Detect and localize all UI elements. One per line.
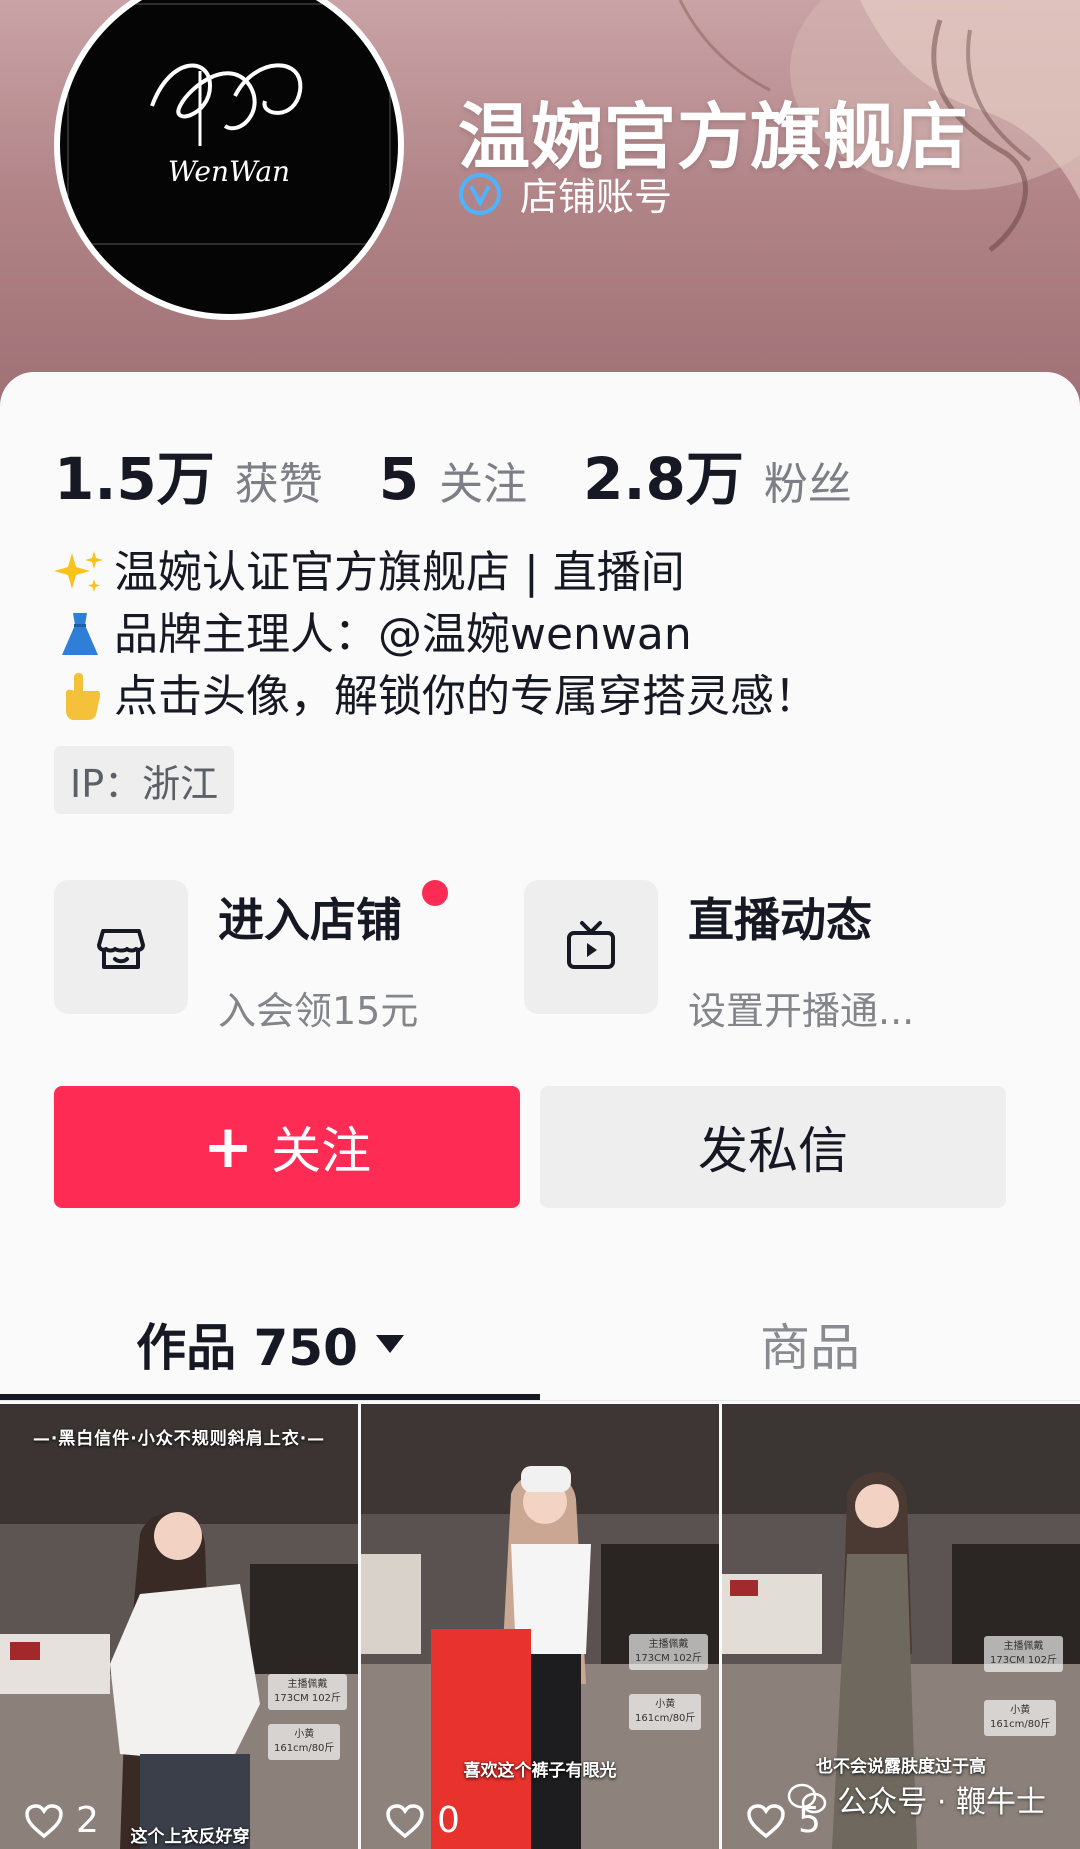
- bio-line-1: 温婉认证官方旗舰店 | 直播间: [54, 542, 818, 604]
- follow-label: 关注: [271, 1122, 372, 1180]
- video-3-tag3: 小黄: [1010, 1705, 1031, 1716]
- heart-icon: [747, 1803, 785, 1838]
- video-1-tag4: 161cm/80斤: [274, 1743, 335, 1754]
- video-2-tag-model: 小黄 161cm/80斤: [629, 1694, 702, 1730]
- video-3-tag-host: 主播佩戴 173CM 102斤: [984, 1636, 1063, 1672]
- wechat-icon: [788, 1783, 827, 1814]
- video-2-tag1: 主播佩戴: [648, 1639, 689, 1650]
- video-2-tag4: 161cm/80斤: [635, 1713, 696, 1724]
- message-button[interactable]: 发私信: [540, 1086, 1006, 1208]
- live-title: 直播动态: [688, 893, 872, 947]
- stats-row: 1.5万 获赞 5 关注 2.8万 粉丝: [54, 432, 908, 516]
- store-icon-box: [54, 880, 188, 1014]
- stat-followers[interactable]: 2.8万 粉丝: [583, 432, 852, 516]
- video-1-bottom-caption: 这个上衣反好穿: [130, 1827, 250, 1847]
- stat-likes[interactable]: 1.5万 获赞: [54, 432, 323, 516]
- caret-down-icon: [375, 1335, 404, 1353]
- video-1-like-count: 2: [76, 1800, 99, 1841]
- bio-text-2[interactable]: 品牌主理人：@温婉wenwan: [114, 604, 692, 666]
- video-thumbnail-1[interactable]: —·黑白信件·小众不规则斜肩上衣·— 主播佩戴 173CM 102斤 小黄 16…: [0, 1404, 358, 1849]
- video-2-image: [361, 1404, 719, 1849]
- video-1-tag3: 小黄: [294, 1729, 315, 1740]
- bio-text-1: 温婉认证官方旗舰店 | 直播间: [114, 547, 685, 598]
- store-title: 进入店铺: [218, 880, 449, 950]
- video-1-tag-model: 小黄 161cm/80斤: [268, 1724, 341, 1760]
- sparkles-icon: [54, 551, 103, 592]
- video-1-likes: 2: [24, 1800, 99, 1841]
- stat-followers-label: 粉丝: [763, 459, 852, 510]
- stat-likes-label: 获赞: [234, 459, 323, 510]
- plus-icon: +: [202, 1112, 254, 1182]
- bio-line-3: 点击头像，解锁你的专属穿搭灵感！: [54, 666, 818, 728]
- follow-button[interactable]: + 关注: [54, 1086, 520, 1208]
- video-2-likes: 0: [385, 1800, 460, 1841]
- store-icon: [97, 929, 145, 969]
- watermark-text: 公众号 · 鞭牛士: [837, 1785, 1046, 1820]
- tv-icon: [567, 921, 615, 969]
- video-1-tag2: 173CM 102斤: [274, 1693, 341, 1704]
- video-3-tag-model: 小黄 161cm/80斤: [984, 1700, 1057, 1736]
- wenwan-logo-icon: WenWan: [67, 3, 391, 245]
- bio: 温婉认证官方旗舰店 | 直播间 品牌主理人：@温婉wenwan 点击头像，解锁你…: [54, 542, 818, 728]
- bio-text-3: 点击头像，解锁你的专属穿搭灵感！: [114, 671, 818, 722]
- video-3-bottom-caption: 也不会说露肤度过于高: [816, 1757, 986, 1777]
- content-tabs: 作品 750 商品: [0, 1292, 1080, 1396]
- video-1-image: [0, 1404, 358, 1849]
- video-2-tag3: 小黄: [655, 1699, 676, 1710]
- verify-label: 店铺账号: [520, 175, 673, 219]
- video-1-tag-host: 主播佩戴 173CM 102斤: [268, 1674, 347, 1710]
- tab-works-label: 作品 750: [136, 1319, 358, 1377]
- tv-icon-box: [524, 880, 658, 1014]
- video-3-tag4: 161cm/80斤: [990, 1719, 1051, 1730]
- store-subtitle: 入会领15元: [218, 989, 419, 1033]
- live-subtitle: 设置开播通...: [688, 989, 915, 1033]
- stat-following-label: 关注: [439, 459, 528, 510]
- live-updates-link[interactable]: 直播动态 设置开播通...: [524, 880, 914, 1035]
- notification-dot: [422, 880, 449, 906]
- profile-banner: WenWan 温婉官方旗舰店 店铺账号: [0, 0, 1080, 430]
- video-1-top-caption: —·黑白信件·小众不规则斜肩上衣·—: [32, 1429, 326, 1449]
- dress-icon: [62, 613, 98, 655]
- video-thumbnail-2[interactable]: 主播佩戴 173CM 102斤 小黄 161cm/80斤 喜欢这个裤子有眼光 0: [361, 1404, 719, 1849]
- watermark: 公众号 · 鞭牛士: [787, 1777, 1046, 1821]
- store-title-text: 进入店铺: [218, 893, 402, 947]
- video-2-tag2: 173CM 102斤: [635, 1653, 702, 1664]
- tab-works[interactable]: 作品 750: [0, 1292, 540, 1396]
- video-2-tag-host: 主播佩戴 173CM 102斤: [629, 1634, 708, 1670]
- ip-location-tag: IP：浙江: [54, 746, 235, 814]
- shop-avatar[interactable]: WenWan: [54, 0, 404, 320]
- verified-account-row: 店铺账号: [458, 166, 672, 221]
- stat-likes-value: 1.5万: [54, 445, 215, 513]
- enter-store-link[interactable]: 进入店铺 入会领15元: [54, 880, 449, 1035]
- video-1-tag1: 主播佩戴: [287, 1679, 328, 1690]
- avatar-logo-text: WenWan: [168, 155, 290, 188]
- video-grid: —·黑白信件·小众不规则斜肩上衣·— 主播佩戴 173CM 102斤 小黄 16…: [0, 1404, 1080, 1849]
- video-2-bottom-caption: 喜欢这个裤子有眼光: [463, 1761, 617, 1781]
- bio-line-2: 品牌主理人：@温婉wenwan: [54, 604, 818, 666]
- verified-badge-icon: [459, 172, 501, 215]
- tab-goods[interactable]: 商品: [540, 1292, 1080, 1396]
- video-3-tag1: 主播佩戴: [1003, 1641, 1044, 1652]
- heart-icon: [25, 1803, 63, 1838]
- stat-following[interactable]: 5 关注: [379, 445, 527, 513]
- tab-divider: [0, 1400, 1080, 1401]
- stat-following-value: 5: [378, 445, 420, 513]
- stat-followers-value: 2.8万: [583, 445, 744, 513]
- video-3-tag2: 173CM 102斤: [990, 1655, 1057, 1666]
- video-2-like-count: 0: [437, 1800, 460, 1841]
- pointing-up-hand-icon: [66, 673, 101, 720]
- heart-icon: [386, 1803, 424, 1838]
